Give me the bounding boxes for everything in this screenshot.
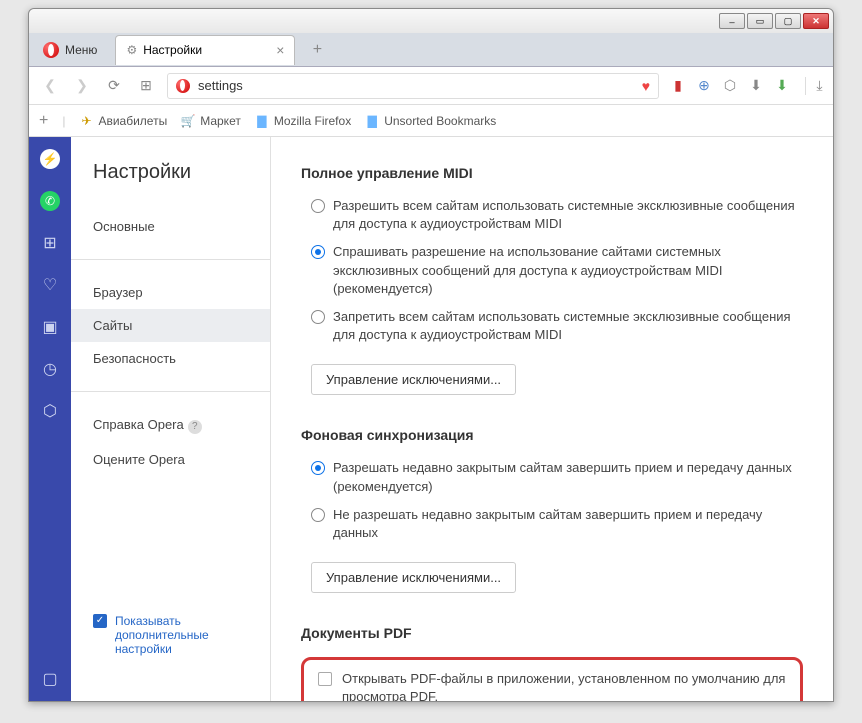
- gear-icon: ⚙: [126, 43, 137, 57]
- messenger-icon[interactable]: ⚡: [40, 149, 60, 169]
- extension-icon-1[interactable]: ▮: [669, 77, 687, 95]
- bgsync-section: Фоновая синхронизация Разрешать недавно …: [301, 427, 803, 593]
- rail-grid-icon[interactable]: ⊞: [40, 233, 60, 253]
- bookmarks-bar: + | ✈Авиабилеты 🛒Маркет ▇Mozilla Firefox…: [29, 105, 833, 137]
- address-bar: ❮ ❯ ⟳ ⊞ ♥ ▮ ⊕ ⬡ ⬇ ⬇ ⤓: [29, 67, 833, 105]
- window-titlebar: [29, 9, 833, 33]
- extension-icon-3[interactable]: ⬡: [721, 77, 739, 95]
- rail-cube-icon[interactable]: ⬡: [40, 401, 60, 421]
- radio-checked-icon: [311, 245, 325, 259]
- bookmark-item[interactable]: ✈Авиабилеты: [79, 114, 167, 128]
- midi-exceptions-button[interactable]: Управление исключениями...: [311, 364, 516, 395]
- extension-icons: ▮ ⊕ ⬡ ⬇ ⬇ ⤓: [669, 77, 823, 95]
- midi-radio-block[interactable]: Запретить всем сайтам использовать систе…: [311, 308, 803, 344]
- tab-close-icon[interactable]: ×: [276, 42, 284, 58]
- pdf-checkbox[interactable]: [318, 672, 332, 686]
- tab-settings[interactable]: ⚙ Настройки ×: [115, 35, 295, 65]
- radio-icon: [311, 199, 325, 213]
- extension-icon-4[interactable]: ⬇: [773, 77, 791, 95]
- rail-panel-icon[interactable]: ▢: [40, 669, 60, 689]
- add-bookmark-button[interactable]: +: [39, 112, 48, 130]
- rail-heart-icon[interactable]: ♡: [40, 275, 60, 295]
- nav-back-button[interactable]: ❮: [39, 75, 61, 97]
- settings-sidebar: Настройки Основные Браузер Сайты Безопас…: [71, 137, 271, 701]
- speed-dial-button[interactable]: ⊞: [135, 75, 157, 97]
- window-minimize-button[interactable]: [719, 13, 745, 29]
- nav-item-browser[interactable]: Браузер: [71, 276, 270, 309]
- pdf-section-container: Документы PDF Открывать PDF-файлы в прил…: [301, 625, 803, 701]
- settings-content: Полное управление MIDI Разрешить всем са…: [271, 137, 833, 701]
- url-opera-icon: [176, 79, 190, 93]
- bgsync-exceptions-button[interactable]: Управление исключениями...: [311, 562, 516, 593]
- nav-item-basic[interactable]: Основные: [71, 210, 270, 243]
- midi-section: Полное управление MIDI Разрешить всем са…: [301, 165, 803, 395]
- window-close-button[interactable]: [803, 13, 829, 29]
- plane-icon: ✈: [79, 114, 93, 128]
- show-advanced-checkbox[interactable]: ✓ Показывать дополнительные настройки: [71, 604, 270, 666]
- content-area: ⚡ ✆ ⊞ ♡ ▣ ◷ ⬡ ▢ Настройки Основные Брауз…: [29, 137, 833, 701]
- nav-item-rate[interactable]: Оцените Opera: [71, 443, 270, 476]
- bgsync-radio-allow[interactable]: Разрешать недавно закрытым сайтам заверш…: [311, 459, 803, 495]
- nav-item-security[interactable]: Безопасность: [71, 342, 270, 375]
- opera-menu-button[interactable]: Меню: [33, 38, 107, 62]
- bookmark-heart-icon[interactable]: ♥: [642, 78, 650, 94]
- section-title: Документы PDF: [301, 625, 803, 641]
- radio-checked-icon: [311, 461, 325, 475]
- window-restore-button[interactable]: [747, 13, 773, 29]
- bookmark-item[interactable]: 🛒Маркет: [181, 114, 241, 128]
- nav-reload-button[interactable]: ⟳: [103, 75, 125, 97]
- rail-history-icon[interactable]: ◷: [40, 359, 60, 379]
- section-title: Полное управление MIDI: [301, 165, 803, 181]
- pdf-checkbox-label: Открывать PDF-файлы в приложении, устано…: [342, 670, 786, 701]
- checkmark-icon: ✓: [93, 614, 107, 628]
- section-title: Фоновая синхронизация: [301, 427, 803, 443]
- folder-icon: ▇: [255, 114, 269, 128]
- midi-radio-ask[interactable]: Спрашивать разрешение на использование с…: [311, 243, 803, 298]
- rail-news-icon[interactable]: ▣: [40, 317, 60, 337]
- download-icon[interactable]: ⬇: [747, 77, 765, 95]
- nav-item-sites[interactable]: Сайты: [71, 309, 270, 342]
- folder-icon: ▇: [365, 114, 379, 128]
- side-rail: ⚡ ✆ ⊞ ♡ ▣ ◷ ⬡ ▢: [29, 137, 71, 701]
- url-field[interactable]: ♥: [167, 73, 659, 99]
- bookmark-item[interactable]: ▇Mozilla Firefox: [255, 114, 351, 128]
- bgsync-radio-block[interactable]: Не разрешать недавно закрытым сайтам зав…: [311, 506, 803, 542]
- pdf-highlighted-box: Открывать PDF-файлы в приложении, устано…: [301, 657, 803, 701]
- whatsapp-icon[interactable]: ✆: [40, 191, 60, 211]
- settings-title: Настройки: [71, 161, 270, 202]
- opera-logo-icon: [43, 42, 59, 58]
- extension-icon-2[interactable]: ⊕: [695, 77, 713, 95]
- tab-bar: Меню ⚙ Настройки × +: [29, 33, 833, 67]
- window-maximize-button[interactable]: [775, 13, 801, 29]
- nav-item-help[interactable]: Справка Opera: [71, 408, 270, 443]
- tab-title: Настройки: [143, 43, 202, 57]
- nav-forward-button[interactable]: ❯: [71, 75, 93, 97]
- bookmark-item[interactable]: ▇Unsorted Bookmarks: [365, 114, 496, 128]
- browser-window: Меню ⚙ Настройки × + ❮ ❯ ⟳ ⊞ ♥ ▮ ⊕ ⬡ ⬇ ⬇…: [28, 8, 834, 702]
- menu-label: Меню: [65, 43, 97, 57]
- new-tab-button[interactable]: +: [305, 38, 329, 62]
- radio-icon: [311, 508, 325, 522]
- url-input[interactable]: [198, 78, 634, 93]
- downloads-panel-icon[interactable]: ⤓: [805, 77, 823, 95]
- cart-icon: 🛒: [181, 114, 195, 128]
- radio-icon: [311, 310, 325, 324]
- midi-radio-allow[interactable]: Разрешить всем сайтам использовать систе…: [311, 197, 803, 233]
